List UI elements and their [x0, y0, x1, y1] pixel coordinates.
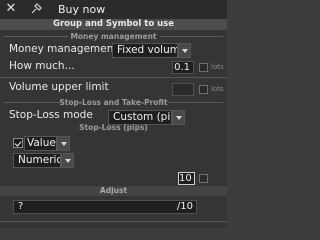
group-symbol-header: Group and Symbol to use	[0, 19, 227, 30]
stoploss-amount-input[interactable]: 10	[178, 172, 195, 185]
money-management-section-title: Money management	[0, 32, 227, 41]
adjust-input[interactable]: ? /10	[13, 200, 197, 214]
stoploss-amount-checkbox[interactable]	[199, 174, 208, 183]
title-bar: ✕ Buy now	[0, 0, 227, 19]
money-section-label: Money management	[70, 32, 157, 41]
stoploss-mode-label: Stop-Loss mode	[9, 109, 93, 121]
stoploss-section-title: Stop-Loss and Take-Profit	[0, 98, 227, 107]
adjust-header: Adjust	[0, 186, 227, 196]
checked-icon[interactable]	[13, 138, 23, 148]
stoploss-pips-label: Stop-Loss (pips)	[79, 123, 148, 132]
how-much-label: How much...	[9, 60, 75, 72]
divider	[4, 36, 68, 37]
pin-icon[interactable]	[30, 3, 42, 15]
how-much-unit: lots	[211, 63, 224, 71]
close-icon[interactable]: ✕	[5, 2, 17, 16]
buy-now-window: ✕ Buy now Group and Symbol to use Money …	[0, 0, 227, 228]
adjust-left-text: ?	[18, 201, 24, 212]
volume-upper-limit-label: Volume upper limit	[9, 81, 109, 93]
value-type-dropdown-button[interactable]	[57, 136, 70, 151]
stoploss-section-label: Stop-Loss and Take-Profit	[59, 98, 168, 107]
how-much-checkbox[interactable]	[199, 63, 208, 72]
numeric-select[interactable]: Numeric	[13, 153, 61, 168]
divider	[0, 221, 227, 222]
volume-upper-limit-input[interactable]	[172, 83, 194, 96]
money-management-dropdown-button[interactable]	[178, 43, 191, 58]
divider	[168, 102, 223, 103]
divider	[0, 77, 227, 78]
divider	[160, 36, 223, 37]
volume-upper-limit-checkbox[interactable]	[199, 85, 208, 94]
divider	[4, 102, 60, 103]
numeric-dropdown-button[interactable]	[61, 153, 74, 168]
stoploss-pips-title: Stop-Loss (pips)	[0, 123, 227, 132]
volume-upper-limit-unit: lots	[211, 85, 224, 93]
how-much-input[interactable]: 0.1	[172, 61, 194, 74]
money-management-label: Money management	[9, 43, 118, 55]
adjust-right-text: /10	[176, 201, 193, 212]
money-management-select[interactable]: Fixed volume	[112, 43, 178, 58]
window-title: Buy now	[58, 3, 106, 16]
value-type-select[interactable]: Value	[24, 136, 57, 151]
